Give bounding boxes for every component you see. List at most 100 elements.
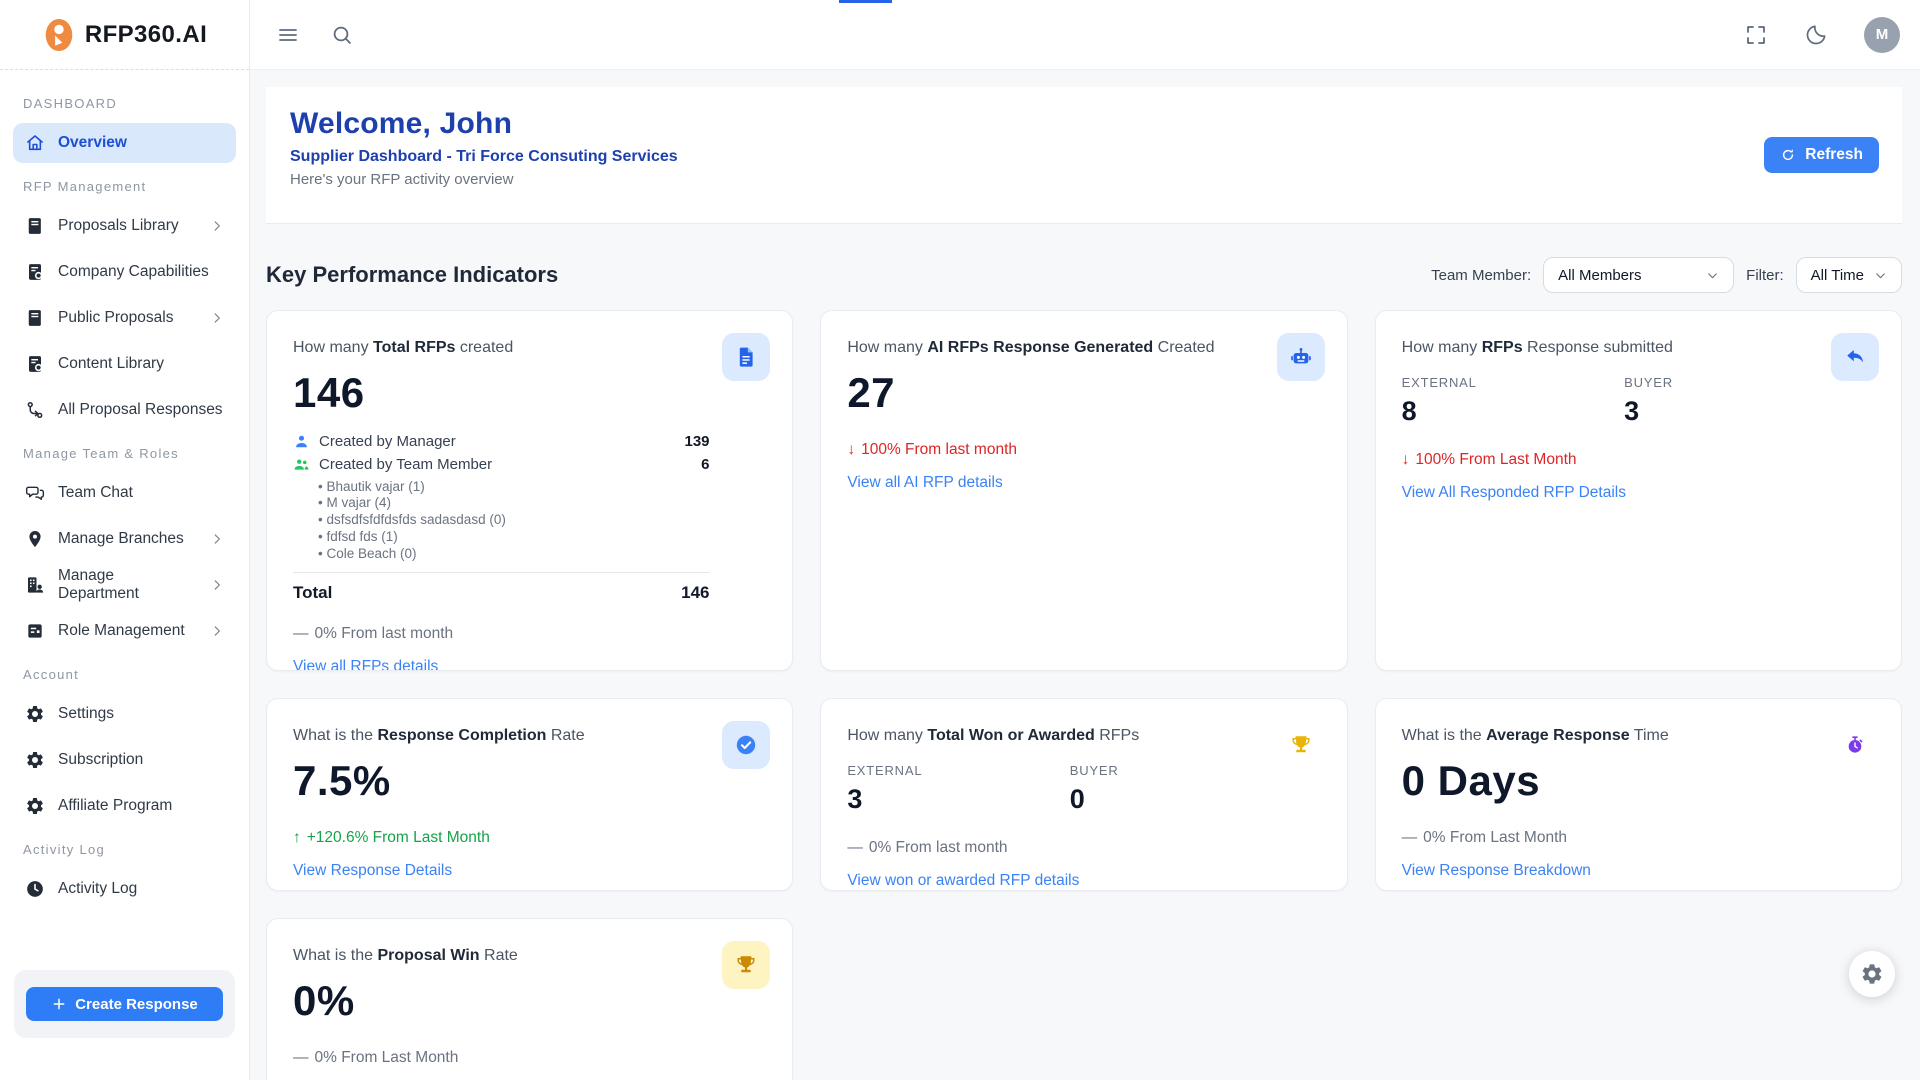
card-title-part: AI RFPs Response Generated: [927, 339, 1153, 356]
dash-icon: —: [847, 839, 863, 857]
brand-logo[interactable]: RFP360.AI: [0, 0, 249, 70]
arrow-down-icon: ↓: [1402, 451, 1410, 469]
sidebar-nav: DASHBOARDOverviewRFP ManagementProposals…: [0, 70, 249, 970]
building-icon: [25, 575, 45, 595]
sidebar-item-role-management[interactable]: Role Management: [13, 611, 236, 651]
breakdown-bullet: • Cole Beach (0): [318, 546, 710, 563]
time-filter-select[interactable]: All Time: [1796, 257, 1902, 293]
sidebar-item-label: Subscription: [58, 751, 143, 769]
book-icon: [25, 216, 45, 236]
sidebar-item-company-capabilities[interactable]: Company Capabilities: [13, 252, 236, 292]
moon-icon[interactable]: [1804, 23, 1828, 47]
avatar[interactable]: M: [1864, 17, 1900, 53]
stat-value: 3: [847, 784, 1069, 815]
card-link-ai-rfps[interactable]: View all AI RFP details: [847, 474, 1002, 492]
card-link-won-awarded[interactable]: View won or awarded RFP details: [847, 872, 1079, 890]
gear-icon: [25, 704, 45, 724]
doc-badge-icon: [25, 354, 45, 374]
create-response-container: Create Response: [14, 970, 235, 1038]
change-indicator: ↓100% From last month: [847, 441, 1320, 459]
chevron-down-icon: [1874, 269, 1887, 282]
stat-external: EXTERNAL8: [1402, 375, 1624, 427]
sidebar-item-content-library[interactable]: Content Library: [13, 344, 236, 384]
sidebar-item-subscription[interactable]: Subscription: [13, 740, 236, 780]
sidebar-item-overview[interactable]: Overview: [13, 123, 236, 163]
card-title-part: Total Won or Awarded: [927, 727, 1094, 744]
trophy-icon: [1277, 721, 1325, 769]
arrow-up-icon: ↑: [293, 829, 301, 847]
sidebar-item-team-chat[interactable]: Team Chat: [13, 473, 236, 513]
trophy-icon: [722, 941, 770, 989]
card-title-part: What is the: [1402, 727, 1486, 744]
card-title: What is the Average Response Time: [1402, 725, 1875, 747]
menu-icon[interactable]: [276, 23, 300, 47]
card-link-response-completion[interactable]: View Response Details: [293, 862, 452, 880]
refresh-button[interactable]: Refresh: [1764, 137, 1879, 173]
sidebar-item-manage-department[interactable]: Manage Department: [13, 565, 236, 605]
sidebar-item-all-proposal-responses[interactable]: All Proposal Responses: [13, 390, 236, 430]
loading-indicator: [839, 0, 892, 3]
file-icon: [722, 333, 770, 381]
nav-section-account: Account: [23, 667, 226, 682]
card-link-avg-response-time[interactable]: View Response Breakdown: [1402, 862, 1591, 880]
change-indicator: —0% From last month: [847, 839, 1320, 857]
change-text: 0% From Last Month: [1423, 829, 1567, 847]
kpi-card-avg-response-time: What is the Average Response Time0 Days—…: [1375, 698, 1902, 891]
sidebar-item-label: Manage Department: [58, 567, 197, 603]
card-title-part: How many: [293, 339, 373, 356]
card-title-part: Rate: [480, 947, 518, 964]
card-title-part: Response Completion: [377, 727, 546, 744]
chevron-down-icon: [1706, 269, 1719, 282]
fullscreen-icon[interactable]: [1744, 23, 1768, 47]
welcome-band: Welcome, John Supplier Dashboard - Tri F…: [266, 87, 1902, 224]
total-value: 146: [681, 583, 709, 603]
sidebar-item-label: Company Capabilities: [58, 263, 209, 281]
kpi-card-response-completion: What is the Response Completion Rate7.5%…: [266, 698, 793, 891]
card-link-rfps-submitted[interactable]: View All Responded RFP Details: [1402, 484, 1626, 502]
card-title-part: Response submitted: [1523, 339, 1673, 356]
reply-icon: [1831, 333, 1879, 381]
create-response-button[interactable]: Create Response: [26, 987, 223, 1021]
sidebar-item-public-proposals[interactable]: Public Proposals: [13, 298, 236, 338]
topbar: M: [250, 0, 1920, 70]
card-title-part: Rate: [546, 727, 584, 744]
breakdown-label: Created by Manager: [319, 433, 456, 450]
brand-logo-icon: [42, 17, 76, 53]
breakdown-bullet: • M vajar (4): [318, 495, 710, 512]
welcome-subtitle: Supplier Dashboard - Tri Force Consuting…: [290, 148, 678, 166]
change-indicator: ↑+120.6% From Last Month: [293, 829, 766, 847]
sidebar-item-activity-log[interactable]: Activity Log: [13, 869, 236, 909]
settings-fab[interactable]: [1849, 951, 1895, 997]
card-title-part: Average Response: [1486, 727, 1629, 744]
card-title-part: RFPs: [1482, 339, 1523, 356]
kpi-card-proposal-win-rate: What is the Proposal Win Rate0%—0% From …: [266, 918, 793, 1080]
sidebar-item-label: Activity Log: [58, 880, 137, 898]
sidebar-item-settings[interactable]: Settings: [13, 694, 236, 734]
sidebar-item-proposals-library[interactable]: Proposals Library: [13, 206, 236, 246]
breakdown-bullet: • fdfsd fds (1): [318, 529, 710, 546]
team-member-value: All Members: [1558, 267, 1641, 284]
card-link-total-rfps[interactable]: View all RFPs details: [293, 658, 438, 671]
team-member-select[interactable]: All Members: [1543, 257, 1734, 293]
sidebar-item-affiliate-program[interactable]: Affiliate Program: [13, 786, 236, 826]
sidebar-item-label: Affiliate Program: [58, 797, 172, 815]
chevron-right-icon: [210, 311, 224, 325]
pin-icon: [25, 529, 45, 549]
card-title-part: How many: [1402, 339, 1482, 356]
kpi-filters: Team Member: All Members Filter: All Tim…: [1431, 257, 1902, 293]
sidebar-item-label: Manage Branches: [58, 530, 184, 548]
stat-label: EXTERNAL: [1402, 375, 1624, 390]
card-title: How many AI RFPs Response Generated Crea…: [847, 337, 1320, 359]
gear-icon: [25, 796, 45, 816]
kpi-section-title: Key Performance Indicators: [266, 262, 558, 288]
card-title: What is the Proposal Win Rate: [293, 945, 766, 967]
sidebar-item-manage-branches[interactable]: Manage Branches: [13, 519, 236, 559]
stopwatch-icon: [1831, 721, 1879, 769]
breakdown-label: Created by Team Member: [319, 456, 492, 473]
team-member-label: Team Member:: [1431, 267, 1531, 284]
welcome-title: Welcome, John: [290, 107, 678, 141]
search-icon[interactable]: [330, 23, 354, 47]
clock-icon: [25, 879, 45, 899]
stat-label: BUYER: [1624, 375, 1846, 390]
change-text: 100% From Last Month: [1415, 451, 1576, 469]
